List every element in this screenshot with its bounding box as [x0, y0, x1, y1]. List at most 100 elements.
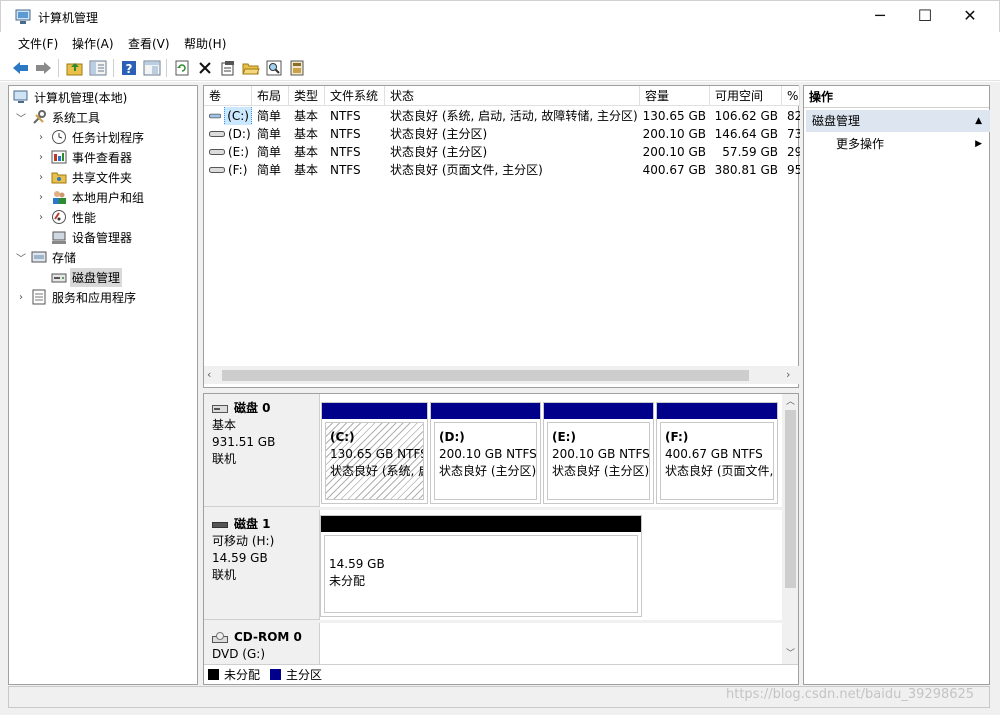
- chevron-right-icon[interactable]: ›: [35, 192, 47, 203]
- tree-item-device-manager[interactable]: 设备管理器: [51, 227, 134, 247]
- table-row[interactable]: (D:) 简单 基本 NTFS 状态良好 (主分区) 200.10 GB 146.64 GB…: [204, 125, 800, 143]
- partition-size: 400.67 GB NTFS: [665, 447, 763, 461]
- legend-label-unallocated: 未分配: [224, 668, 261, 682]
- partition-color-bar: [544, 403, 653, 419]
- table-row[interactable]: (C:) 简单 基本 NTFS 状态良好 (系统, 启动, 活动, 故障转储, 主分区)…: [204, 107, 800, 125]
- partition-size: 200.10 GB NTFS: [552, 447, 650, 461]
- disk-size: 14.59 GB: [212, 551, 268, 565]
- chevron-right-icon[interactable]: ›: [15, 292, 27, 303]
- partition-block[interactable]: 14.59 GB 未分配: [320, 515, 642, 617]
- chevron-right-icon[interactable]: ›: [35, 212, 47, 223]
- help-icon[interactable]: ?: [119, 58, 139, 78]
- tree-item-storage[interactable]: ﹀ 存储: [15, 247, 78, 267]
- column-header-layout[interactable]: 布局: [252, 86, 289, 106]
- search-icon[interactable]: [264, 58, 284, 78]
- scroll-left-icon[interactable]: ‹: [207, 368, 211, 381]
- column-header-filesystem[interactable]: 文件系统: [325, 86, 385, 106]
- partition-size: 200.10 GB NTFS: [439, 447, 537, 461]
- disk-name: CD-ROM 0: [234, 630, 302, 644]
- table-row[interactable]: (E:) 简单 基本 NTFS 状态良好 (主分区) 200.10 GB 57.59 GB 2…: [204, 143, 800, 161]
- column-header-free-space[interactable]: 可用空间: [710, 86, 782, 106]
- up-folder-icon[interactable]: [65, 58, 85, 78]
- delete-icon[interactable]: [195, 58, 215, 78]
- chevron-right-icon[interactable]: ›: [35, 152, 47, 163]
- refresh-icon[interactable]: [172, 58, 192, 78]
- tree-item-local-users[interactable]: › 本地用户和组: [35, 187, 146, 207]
- menu-action[interactable]: 操作(A): [72, 35, 114, 52]
- cell-percent-free: 95: [787, 163, 800, 177]
- tree-item-services-apps[interactable]: › 服务和应用程序: [15, 287, 138, 307]
- storage-icon: [31, 251, 47, 263]
- legend-label-primary: 主分区: [286, 668, 323, 682]
- scrollbar-thumb[interactable]: [222, 370, 749, 381]
- open-folder-icon[interactable]: [241, 58, 261, 78]
- menu-file[interactable]: 文件(F): [18, 35, 58, 52]
- disk-kind: 基本: [212, 418, 237, 432]
- column-header-percent-free[interactable]: %: [782, 86, 800, 106]
- tree-item-task-scheduler[interactable]: › 任务计划程序: [35, 127, 146, 147]
- partition-block[interactable]: (C:) 130.65 GB NTFS 状态良好 (系统, 启: [321, 402, 428, 504]
- svg-text:?: ?: [126, 62, 133, 76]
- tree-item-performance[interactable]: › 性能: [35, 207, 98, 227]
- vertical-scrollbar[interactable]: ︿ ﹀: [782, 394, 798, 662]
- partition-size: 130.65 GB NTFS: [330, 447, 424, 461]
- properties-doc-icon[interactable]: [218, 58, 238, 78]
- properties-icon[interactable]: [142, 58, 162, 78]
- collapse-up-icon[interactable]: ▲: [975, 110, 982, 132]
- more-actions-item[interactable]: 更多操作 ▶: [806, 134, 990, 154]
- volume-label: (F:): [228, 163, 248, 177]
- tree-item-system-tools[interactable]: ﹀ 系统工具: [15, 107, 102, 127]
- disk-info[interactable]: 磁盘 0 基本 931.51 GB 联机: [204, 394, 320, 507]
- scroll-right-icon[interactable]: ›: [786, 368, 790, 381]
- disk-info[interactable]: 磁盘 1 可移动 (H:) 14.59 GB 联机: [204, 510, 320, 620]
- cell-volume: (C:): [204, 107, 252, 125]
- cell-free-space: 57.59 GB: [722, 145, 778, 159]
- partition-block[interactable]: (F:) 400.67 GB NTFS 状态良好 (页面文件,: [656, 402, 778, 504]
- partition-label: (C:): [330, 430, 355, 444]
- hard-disk-icon: [212, 404, 228, 413]
- chevron-down-icon[interactable]: ﹀: [15, 250, 27, 265]
- tree-item-shared-folders[interactable]: › 共享文件夹: [35, 167, 134, 187]
- back-arrow-icon[interactable]: [11, 58, 31, 78]
- actions-group-disk-management[interactable]: 磁盘管理 ▲: [806, 110, 990, 132]
- disk-info[interactable]: CD-ROM 0 DVD (G:): [204, 623, 320, 664]
- chevron-right-icon[interactable]: ›: [35, 172, 47, 183]
- minimize-button[interactable]: ─: [857, 1, 903, 31]
- chevron-right-icon[interactable]: ›: [35, 132, 47, 143]
- show-hide-tree-icon[interactable]: [88, 58, 108, 78]
- cd-rom-icon: [212, 631, 228, 643]
- partition-block[interactable]: (E:) 200.10 GB NTFS 状态良好 (主分区): [543, 402, 654, 504]
- scrollbar-thumb[interactable]: [785, 410, 796, 588]
- table-row[interactable]: (F:) 简单 基本 NTFS 状态良好 (页面文件, 主分区) 400.67 GB 380…: [204, 161, 800, 179]
- tree-item-disk-management[interactable]: 磁盘管理: [51, 267, 123, 287]
- partition-block[interactable]: (D:) 200.10 GB NTFS 状态良好 (主分区): [430, 402, 541, 504]
- disk-kind: DVD (G:): [212, 647, 265, 661]
- export-list-icon[interactable]: [287, 58, 307, 78]
- column-header-status[interactable]: 状态: [385, 86, 640, 106]
- volume-icon: [209, 131, 225, 137]
- services-icon: [32, 289, 46, 305]
- forward-arrow-icon[interactable]: [33, 58, 53, 78]
- volume-label: (D:): [228, 127, 251, 141]
- cell-status: 状态良好 (主分区): [390, 145, 488, 159]
- disk-name: 磁盘 0: [234, 401, 271, 415]
- menu-view[interactable]: 查看(V): [128, 35, 170, 52]
- partition-color-bar: [322, 403, 427, 419]
- cell-type: 基本: [294, 163, 319, 177]
- tree-item-root[interactable]: 计算机管理(本地): [13, 87, 129, 107]
- maximize-button[interactable]: ☐: [902, 1, 948, 31]
- menu-help[interactable]: 帮助(H): [184, 35, 226, 52]
- partition-status: 状态良好 (主分区): [552, 464, 650, 478]
- close-button[interactable]: ✕: [947, 1, 993, 31]
- scroll-up-icon[interactable]: ︿: [786, 394, 795, 407]
- cell-free-space: 106.62 GB: [714, 109, 778, 123]
- chevron-down-icon[interactable]: ﹀: [15, 110, 27, 125]
- scroll-down-icon[interactable]: ﹀: [786, 646, 795, 659]
- tree-item-event-viewer[interactable]: › 事件查看器: [35, 147, 134, 167]
- column-header-type[interactable]: 类型: [289, 86, 325, 106]
- horizontal-scrollbar[interactable]: ‹ ›: [204, 366, 800, 384]
- column-header-volume[interactable]: 卷: [204, 86, 252, 106]
- cell-filesystem: NTFS: [330, 145, 361, 159]
- partition-status: 状态良好 (页面文件,: [665, 464, 774, 478]
- column-header-capacity[interactable]: 容量: [640, 86, 710, 106]
